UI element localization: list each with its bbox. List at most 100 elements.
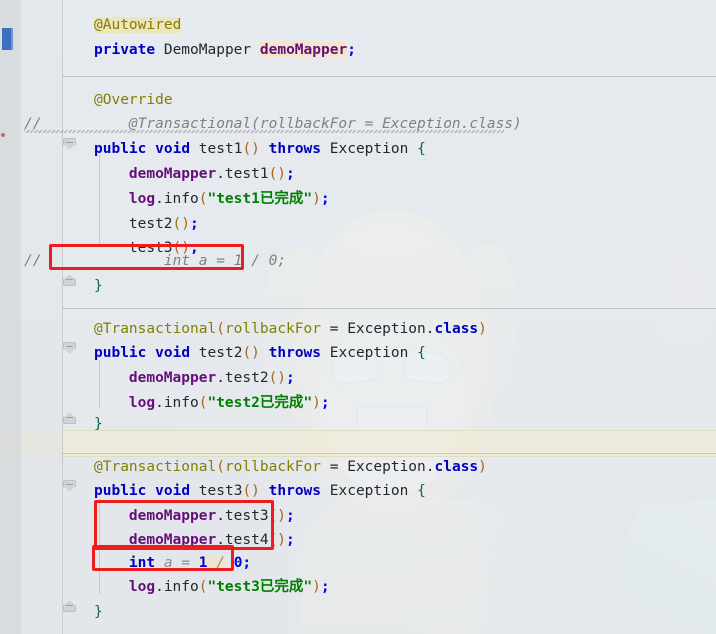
token-1: . bbox=[216, 532, 225, 548]
token-10 bbox=[408, 345, 417, 361]
line-test3-divzero[interactable]: int a = 1 / 0; bbox=[62, 551, 716, 576]
token-2: rollbackFor bbox=[224, 321, 321, 337]
token-4: ; bbox=[286, 166, 295, 182]
token-6 bbox=[260, 141, 269, 157]
line-test3-mapper-test3[interactable]: demoMapper.test3(); bbox=[62, 504, 716, 529]
token-1 bbox=[146, 345, 155, 361]
token-7 bbox=[207, 555, 217, 571]
token-8: / bbox=[216, 555, 225, 571]
code-editor[interactable]: @Autowired private DemoMapper demoMapper;… bbox=[0, 0, 716, 634]
token-6: ; bbox=[320, 191, 330, 207]
line-test1-mapper-call[interactable]: demoMapper.test1(); bbox=[62, 162, 716, 187]
token-2: test1 bbox=[224, 166, 269, 182]
token-5: ) bbox=[312, 579, 321, 595]
token-5 bbox=[338, 459, 347, 475]
token-11: { bbox=[417, 141, 426, 157]
token-2: info bbox=[163, 579, 199, 595]
token-7: . bbox=[425, 459, 435, 475]
token-7: . bbox=[425, 321, 435, 337]
line-comment-prefix: // bbox=[24, 253, 42, 269]
token-4: ; bbox=[286, 370, 295, 386]
token-1: () bbox=[172, 216, 190, 232]
token-1 bbox=[146, 483, 155, 499]
token-4: test1 bbox=[198, 141, 243, 157]
vcs-change-marker[interactable] bbox=[2, 28, 13, 50]
line-test1-close-brace[interactable]: } bbox=[62, 274, 716, 299]
code-line-text: public void test3() throws Exception { bbox=[94, 479, 426, 504]
token-9: Exception bbox=[329, 141, 409, 157]
token-4: ; bbox=[286, 508, 295, 524]
token-8 bbox=[321, 483, 330, 499]
token-9 bbox=[225, 555, 234, 571]
token-1: . bbox=[216, 370, 225, 386]
token-2: DemoMapper bbox=[163, 42, 252, 58]
token-3: () bbox=[268, 508, 287, 524]
line-test3-log[interactable]: log.info("test3已完成"); bbox=[62, 575, 716, 600]
token-0: log bbox=[128, 191, 156, 207]
line-test1-signature[interactable]: public void test1() throws Exception { bbox=[62, 137, 716, 162]
token-3 bbox=[321, 321, 330, 337]
token-0: } bbox=[94, 604, 103, 620]
token-9: Exception bbox=[329, 483, 409, 499]
line-test2-mapper-call[interactable]: demoMapper.test2(); bbox=[62, 366, 716, 391]
line-test3-close-brace[interactable]: } bbox=[62, 600, 716, 625]
token-1 bbox=[155, 42, 164, 58]
token-1 bbox=[155, 555, 164, 571]
code-line-text: log.info("test1已完成"); bbox=[129, 187, 330, 212]
vcs-marker-strip[interactable] bbox=[0, 0, 21, 634]
line-test3-signature[interactable]: public void test3() throws Exception { bbox=[62, 479, 716, 504]
token-0: private bbox=[94, 42, 156, 58]
token-4: ; bbox=[286, 532, 295, 548]
line-test3-mapper-test4[interactable]: demoMapper.test4(); bbox=[62, 528, 716, 553]
line-test1-commented-divzero[interactable]: // int a = 1 / 0; bbox=[24, 249, 716, 274]
token-5: ) bbox=[312, 395, 321, 411]
token-2: void bbox=[155, 345, 191, 361]
token-11: { bbox=[417, 345, 426, 361]
token-3 bbox=[190, 345, 199, 361]
token-1: . bbox=[216, 166, 225, 182]
code-line-text: public void test2() throws Exception { bbox=[94, 341, 426, 366]
token-2: test2 bbox=[224, 370, 269, 386]
token-3: () bbox=[268, 166, 287, 182]
token-0: public bbox=[94, 345, 147, 361]
code-line-text: } bbox=[94, 274, 103, 299]
code-line-text: // int a = 1 / 0; bbox=[24, 249, 287, 274]
line-override[interactable]: @Override bbox=[62, 88, 716, 113]
line-test1-log[interactable]: log.info("test1已完成"); bbox=[62, 187, 716, 212]
token-1: . bbox=[216, 508, 225, 524]
token-1 bbox=[146, 141, 155, 157]
line-autowired[interactable]: @Autowired bbox=[62, 13, 716, 38]
code-line-text: public void test1() throws Exception { bbox=[94, 137, 426, 162]
token-0: test2 bbox=[128, 216, 173, 232]
token-3 bbox=[251, 42, 260, 58]
token-0: log bbox=[128, 395, 156, 411]
token-7: throws bbox=[268, 141, 322, 157]
token-11: ; bbox=[242, 555, 252, 571]
code-line-text: @Transactional(rollbackFor = Exception.c… bbox=[94, 317, 487, 342]
token-2: a bbox=[163, 555, 173, 571]
token-5: () bbox=[242, 483, 260, 499]
token-9: Exception bbox=[329, 345, 409, 361]
token-6: ; bbox=[320, 579, 330, 595]
token-2: info bbox=[163, 191, 199, 207]
token-5: () bbox=[242, 345, 260, 361]
code-line-text: int a = 1 / 0; bbox=[129, 551, 251, 576]
code-line-text: @Autowired bbox=[94, 13, 182, 38]
code-text-area[interactable]: @Autowired private DemoMapper demoMapper;… bbox=[24, 0, 716, 634]
token-4: demoMapper bbox=[259, 42, 348, 58]
token-2: ; bbox=[190, 216, 199, 232]
line-test2-signature[interactable]: public void test2() throws Exception { bbox=[62, 341, 716, 366]
line-test2-transactional[interactable]: @Transactional(rollbackFor = Exception.c… bbox=[62, 317, 716, 342]
token-0: int a = 1 / 0; bbox=[94, 253, 287, 269]
token-3 bbox=[190, 141, 199, 157]
line-test3-transactional[interactable]: @Transactional(rollbackFor = Exception.c… bbox=[62, 455, 716, 480]
token-9: ) bbox=[478, 459, 487, 475]
line-test1-call-test2[interactable]: test2(); bbox=[62, 212, 716, 237]
editor-gutter[interactable] bbox=[21, 0, 76, 634]
token-8: class bbox=[434, 321, 479, 337]
line-commented-transactional[interactable]: // @Transactional(rollbackFor = Exceptio… bbox=[24, 112, 716, 137]
code-line-text: test2(); bbox=[129, 212, 199, 237]
error-stripe-dot[interactable] bbox=[1, 133, 5, 137]
line-test2-close-brace[interactable]: } bbox=[62, 412, 716, 437]
line-field-demomapper[interactable]: private DemoMapper demoMapper; bbox=[62, 38, 716, 63]
